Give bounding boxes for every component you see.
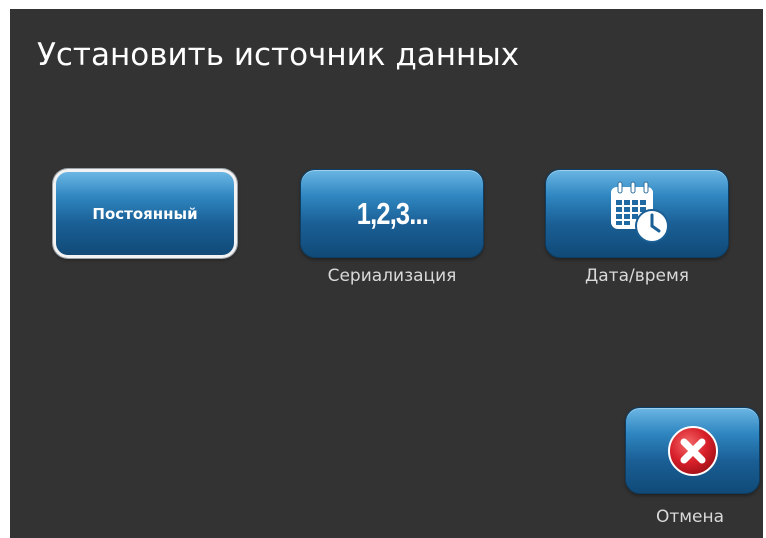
- serialization-button[interactable]: 1,2,3...: [300, 169, 484, 258]
- serialization-caption: Сериализация: [327, 266, 457, 286]
- constant-label: Постоянный: [92, 204, 198, 223]
- datetime-button[interactable]: [545, 169, 729, 258]
- cancel-button[interactable]: [625, 407, 760, 494]
- close-icon: [667, 425, 718, 476]
- source-dialog: Установить источник данных Постоянный 1,…: [10, 9, 763, 538]
- cancel-caption: Отмена: [655, 507, 725, 527]
- serialization-icon: 1,2,3...: [356, 195, 428, 231]
- calendar-clock-icon: [611, 181, 669, 243]
- constant-button[interactable]: Постоянный: [53, 169, 237, 258]
- datetime-caption: Дата/время: [584, 266, 690, 286]
- page-title: Установить источник данных: [37, 37, 520, 73]
